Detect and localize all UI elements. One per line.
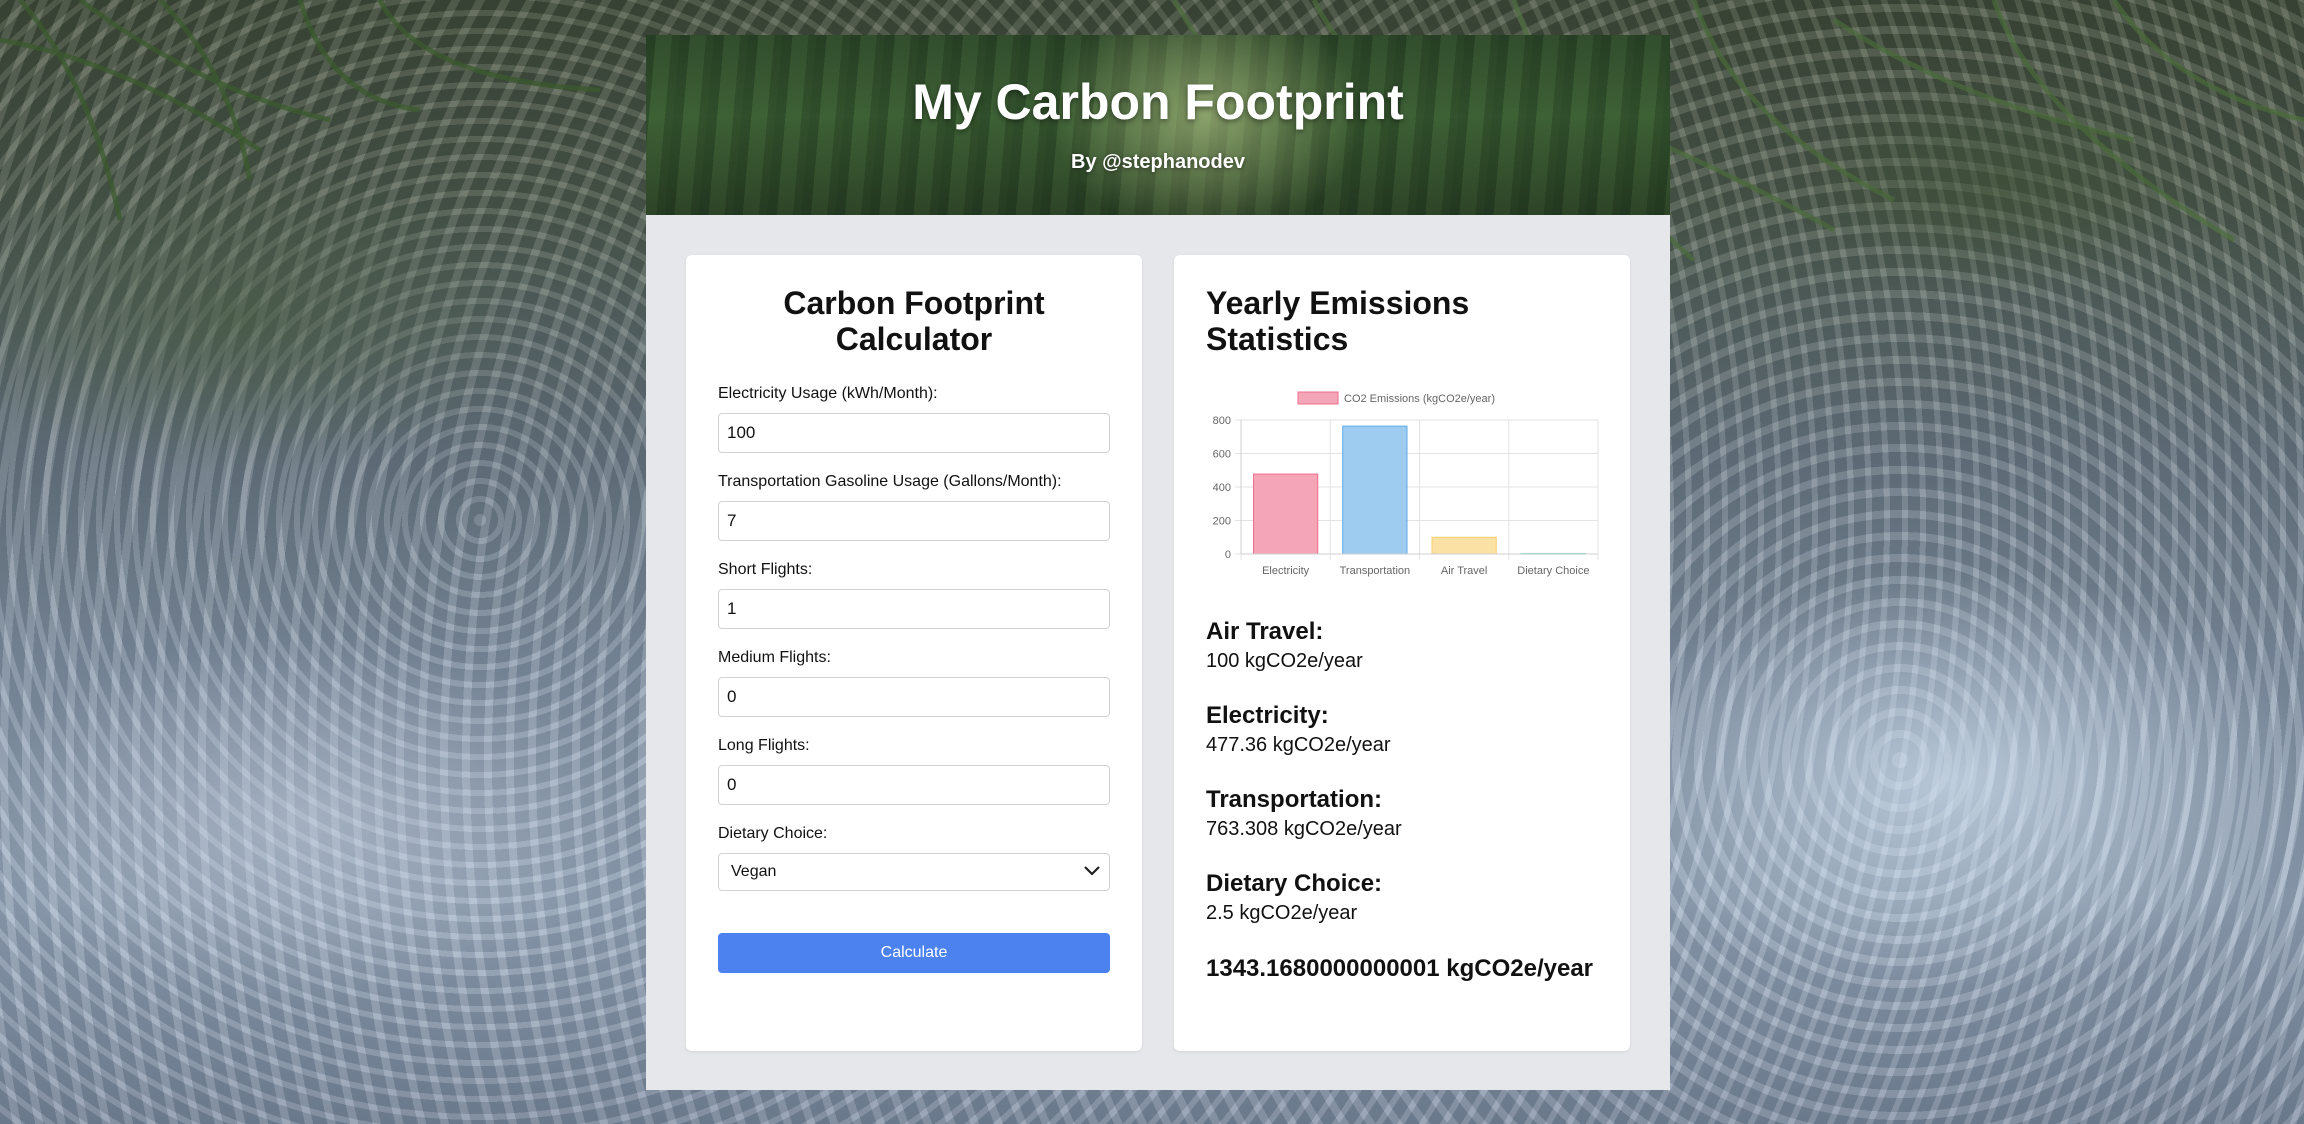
x-tick-label: Electricity: [1262, 565, 1310, 577]
diet-field: Dietary Choice: Vegan: [718, 825, 1110, 891]
y-tick-label: 200: [1213, 516, 1231, 528]
electricity-field: Electricity Usage (kWh/Month): 100: [718, 385, 1110, 453]
stat-title: Air Travel:: [1206, 618, 1324, 645]
gasoline-input[interactable]: 7: [718, 501, 1110, 541]
stat-air-travel: Air Travel: 100 kgCO2e/year: [1206, 617, 1598, 675]
gasoline-label: Transportation Gasoline Usage (Gallons/M…: [718, 473, 1062, 490]
emissions-chart: 0 200 400 600 800 Electricity Transportation Ai…: [1206, 387, 1606, 587]
header-banner: My Carbon Footprint By @stephanodev: [646, 35, 1670, 215]
total-emissions: 1343.1680000000001 kgCO2e/year: [1206, 955, 1593, 982]
stat-value: 100 kgCO2e/year: [1206, 650, 1363, 672]
x-tick-label: Transportation: [1340, 565, 1411, 577]
long-flights-input[interactable]: 0: [718, 765, 1110, 805]
long-flights-label: Long Flights:: [718, 737, 810, 754]
electricity-label: Electricity Usage (kWh/Month):: [718, 385, 938, 402]
stats-card: Yearly Emissions Statistics 0 200 400 600 80…: [1174, 255, 1630, 1051]
bar-air-travel: [1431, 536, 1497, 555]
stat-value: 763.308 kgCO2e/year: [1206, 818, 1402, 840]
short-flights-field: Short Flights: 1: [718, 561, 1110, 629]
calculator-card: Carbon Footprint Calculator Electricity …: [686, 255, 1142, 1051]
bar-electricity: [1252, 473, 1319, 555]
calculate-button[interactable]: Calculate: [718, 933, 1110, 973]
reeds-decoration: [0, 0, 601, 221]
stat-title: Dietary Choice:: [1206, 870, 1383, 897]
app-container: My Carbon Footprint By @stephanodev Carb…: [646, 35, 1670, 1090]
stat-electricity: Electricity: 477.36 kgCO2e/year: [1206, 701, 1598, 759]
stat-value: 2.5 kgCO2e/year: [1206, 902, 1358, 924]
stat-transportation: Transportation: 763.308 kgCO2e/year: [1206, 785, 1598, 843]
stat-dietary-choice: Dietary Choice: 2.5 kgCO2e/year: [1206, 869, 1598, 927]
medium-flights-label: Medium Flights:: [718, 649, 831, 666]
emissions-chart-svg: 0 200 400 600 800 Electricity Transportation Ai…: [1213, 391, 1599, 577]
author-byline: By @stephanodev: [1071, 151, 1245, 173]
x-tick-label: Dietary Choice: [1517, 565, 1589, 577]
bar-transportation: [1342, 425, 1408, 555]
legend-label: CO2 Emissions (kgCO2e/year): [1344, 393, 1495, 405]
short-flights-label: Short Flights:: [718, 561, 813, 578]
x-tick-label: Air Travel: [1441, 565, 1487, 577]
page-title: My Carbon Footprint: [912, 74, 1404, 130]
stat-title: Electricity:: [1206, 702, 1329, 729]
y-tick-label: 600: [1213, 449, 1231, 461]
gasoline-field: Transportation Gasoline Usage (Gallons/M…: [718, 473, 1110, 541]
chevron-down-icon: [1084, 866, 1100, 876]
calculator-title: Carbon Footprint Calculator: [783, 285, 1045, 357]
medium-flights-input[interactable]: 0: [718, 677, 1110, 717]
y-tick-label: 0: [1225, 549, 1231, 561]
electricity-input[interactable]: 100: [718, 413, 1110, 453]
y-tick-label: 800: [1213, 415, 1231, 427]
stat-title: Transportation:: [1206, 786, 1383, 813]
medium-flights-field: Medium Flights: 0: [718, 649, 1110, 717]
short-flights-input[interactable]: 1: [718, 589, 1110, 629]
diet-label: Dietary Choice:: [718, 825, 828, 842]
stats-list: Air Travel: 100 kgCO2e/year Electricity:…: [1206, 617, 1598, 985]
long-flights-field: Long Flights: 0: [718, 737, 1110, 805]
diet-selected-value: Vegan: [731, 863, 777, 880]
stats-title: Yearly Emissions Statistics: [1206, 285, 1470, 357]
y-tick-label: 400: [1213, 482, 1231, 494]
legend-swatch: [1297, 391, 1339, 405]
diet-select[interactable]: Vegan: [718, 853, 1110, 891]
stat-value: 477.36 kgCO2e/year: [1206, 734, 1391, 756]
